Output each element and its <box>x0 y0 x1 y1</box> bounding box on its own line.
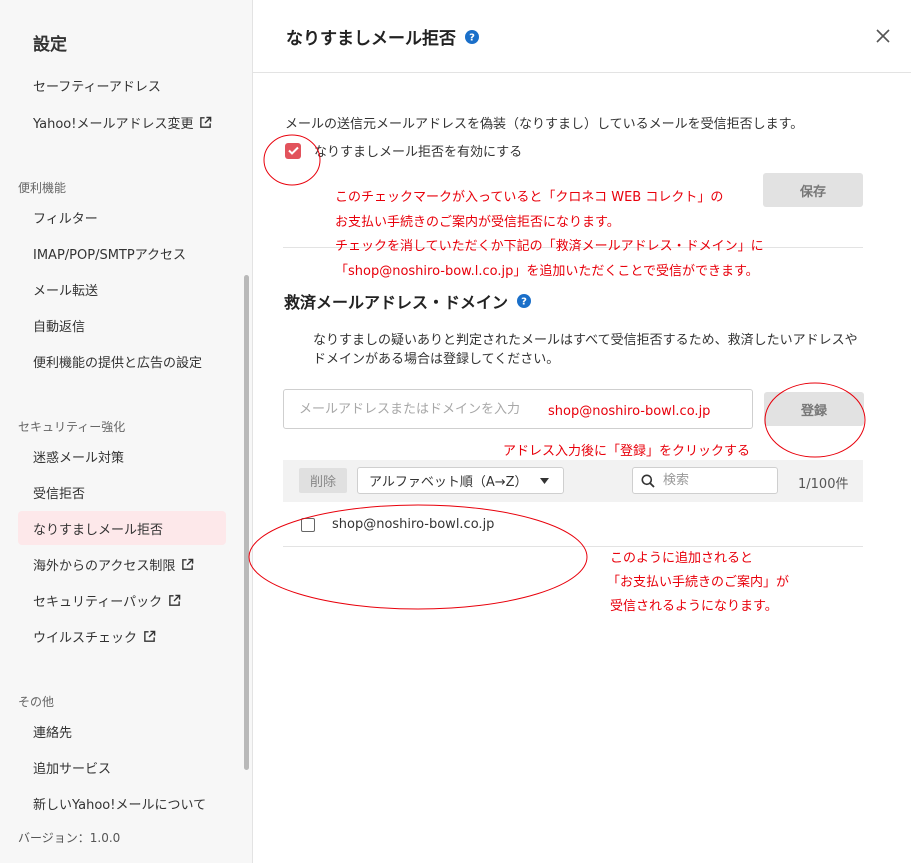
svg-text:?: ? <box>469 32 475 43</box>
external-link-icon <box>182 558 194 570</box>
sidebar-item-filter[interactable]: フィルター <box>18 200 226 234</box>
settings-page: 設定 セーフティーアドレス Yahoo!メールアドレス変更 便利機能 フィルター… <box>0 0 911 863</box>
enable-spoofing-label: なりすましメール拒否を有効にする <box>314 145 523 160</box>
version-text: バージョン：1.0.0 <box>18 831 121 845</box>
list-item[interactable]: shop@noshiro-bowl.co.jp <box>283 503 863 547</box>
sidebar-section-security: セキュリティー強化 <box>18 420 126 434</box>
page-title-row: なりすましメール拒否 ? <box>286 24 479 49</box>
external-link-icon <box>200 116 212 128</box>
sidebar-item-safety-address[interactable]: セーフティーアドレス <box>18 68 226 102</box>
sidebar-scrollbar[interactable] <box>244 275 249 770</box>
page-title: なりすましメール拒否 <box>286 29 456 49</box>
rescue-description: なりすましの疑いありと判定されたメールはすべて受信拒否するため、救済したいアドレ… <box>313 333 858 367</box>
search-input[interactable] <box>661 472 775 489</box>
enable-spoofing-row[interactable]: なりすましメール拒否を有効にする <box>285 141 522 160</box>
checkmark-icon <box>287 146 299 155</box>
save-button[interactable]: 保存 <box>763 173 863 207</box>
help-icon[interactable]: ? <box>465 29 479 44</box>
sidebar-item-overseas-access[interactable]: 海外からのアクセス制限 <box>18 547 226 581</box>
sort-dropdown[interactable]: アルファベット順（A→Z） <box>357 467 564 494</box>
entry-count: 1/100件 <box>798 477 849 492</box>
annotation-note-line2: お支払い手続きのご案内が受信拒否になります。 <box>335 215 620 230</box>
sidebar-item-block[interactable]: 受信拒否 <box>18 475 226 509</box>
enable-spoofing-checkbox[interactable] <box>285 142 301 159</box>
annotation-register-note: アドレス入力後に「登録」をクリックする <box>503 444 751 459</box>
annotation-note-line1: このチェックマークが入っていると「クロネコ WEB コレクト」の <box>335 190 724 205</box>
sidebar-item-virus-check[interactable]: ウイルスチェック <box>18 619 226 653</box>
sidebar-title: 設定 <box>33 35 67 55</box>
annotation-result-line1: このように追加されると <box>610 551 754 566</box>
list-item-checkbox[interactable] <box>301 517 315 532</box>
annotation-result-line2: 「お支払い手続きのご案内」が <box>607 575 790 590</box>
list-item-address: shop@noshiro-bowl.co.jp <box>332 517 495 532</box>
sidebar-item-imap[interactable]: IMAP/POP/SMTPアクセス <box>18 236 226 270</box>
caret-down-icon <box>540 478 549 484</box>
close-icon[interactable] <box>875 28 891 44</box>
annotation-note-line4: 「shop@noshiro-bow.l.co.jp」を追加いただくことで受信がで… <box>335 264 759 279</box>
search-icon <box>641 474 655 488</box>
external-link-icon <box>169 594 181 606</box>
delete-button[interactable]: 削除 <box>299 468 347 493</box>
sidebar-item-services[interactable]: 追加サービス <box>18 750 226 784</box>
register-button[interactable]: 登録 <box>764 392 864 426</box>
search-box[interactable] <box>632 467 778 494</box>
annotation-input-example: shop@noshiro-bowl.co.jp <box>548 404 711 419</box>
dialog-header: なりすましメール拒否 ? <box>253 0 911 73</box>
list-toolbar: 削除 アルファベット順（A→Z） 1/100件 <box>283 460 863 502</box>
svg-text:?: ? <box>521 297 527 308</box>
sidebar-item-contacts[interactable]: 連絡先 <box>18 714 226 748</box>
sidebar-section-convenience: 便利機能 <box>18 181 67 195</box>
sidebar-item-forwarding[interactable]: メール転送 <box>18 272 226 306</box>
spoofing-description: メールの送信元メールアドレスを偽装（なりすまし）しているメールを受信拒否します。 <box>285 117 804 132</box>
sidebar-item-spoofing[interactable]: なりすましメール拒否 <box>18 511 226 545</box>
sidebar-item-spam[interactable]: 迷惑メール対策 <box>18 439 226 473</box>
sidebar-section-other: その他 <box>18 695 55 709</box>
annotation-note-line3: チェックを消していただくか下記の「救済メールアドレス・ドメイン」に <box>335 239 764 254</box>
help-icon[interactable]: ? <box>517 294 532 308</box>
rescue-section-title-row: 救済メールアドレス・ドメイン ? <box>284 289 532 313</box>
external-link-icon <box>144 630 156 642</box>
settings-sidebar: 設定 セーフティーアドレス Yahoo!メールアドレス変更 便利機能 フィルター… <box>0 0 253 863</box>
sidebar-item-security-pack[interactable]: セキュリティーパック <box>18 583 226 617</box>
sidebar-item-change-address[interactable]: Yahoo!メールアドレス変更 <box>18 105 226 139</box>
sidebar-item-about[interactable]: 新しいYahoo!メールについて <box>18 786 226 820</box>
sidebar-item-ads-settings[interactable]: 便利機能の提供と広告の設定 <box>18 344 226 378</box>
sidebar-item-auto-reply[interactable]: 自動返信 <box>18 308 226 342</box>
sort-value: アルファベット順（A→Z） <box>369 475 528 490</box>
annotation-result-line3: 受信されるようになります。 <box>610 599 778 614</box>
rescue-section-title: 救済メールアドレス・ドメイン <box>284 293 509 312</box>
